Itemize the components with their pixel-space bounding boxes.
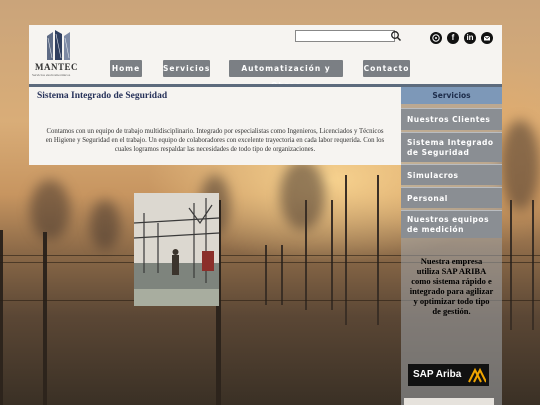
facebook-icon[interactable]: f	[447, 32, 459, 44]
main-content: Sistema Integrado de Seguridad Contamos …	[29, 87, 401, 165]
sidebar-item-clients[interactable]: Nuestros Clientes	[401, 108, 502, 130]
whatsapp-icon[interactable]	[430, 32, 442, 44]
page-description: Contamos con un equipo de trabajo multid…	[45, 128, 385, 153]
sidebar-bottom-banner	[404, 398, 494, 405]
sap-promo-text: Nuestra empresa utiliza SAP ARIBA como s…	[409, 256, 494, 316]
nav-services[interactable]: Servicios	[163, 60, 210, 77]
linkedin-icon[interactable]: in	[464, 32, 476, 44]
brand-tagline: Servicios electromecánicos	[32, 73, 71, 77]
page-title: Sistema Integrado de Seguridad	[37, 91, 168, 101]
search-icon[interactable]	[390, 29, 402, 42]
ariba-logo-icon	[468, 367, 487, 383]
substation-photo	[134, 193, 219, 306]
mail-icon[interactable]	[481, 32, 493, 44]
brand-name: MANTEC	[35, 62, 78, 72]
nav-automation[interactable]: Automatización y Obras	[229, 60, 343, 90]
nav-contact[interactable]: Contacto	[363, 60, 410, 77]
sidebar-heading: Servicios	[401, 87, 502, 104]
sidebar-item-measurement-equipment[interactable]: Nuestros equipos de medición	[401, 210, 502, 238]
sap-ariba-badge[interactable]: SAP Ariba	[408, 364, 489, 386]
sidebar-item-security-system[interactable]: Sistema Integrado de Seguridad	[401, 132, 502, 162]
site-header: MANTEC Servicios electromecánicos f in H…	[29, 25, 502, 90]
sidebar-item-trained-staff[interactable]: Personal Capacitado	[401, 187, 502, 224]
sidebar-item-drills[interactable]: Simulacros	[401, 164, 502, 185]
nav-home[interactable]: Home	[110, 60, 142, 77]
sap-ariba-label: SAP Ariba	[413, 369, 462, 380]
search-input[interactable]	[295, 30, 395, 42]
